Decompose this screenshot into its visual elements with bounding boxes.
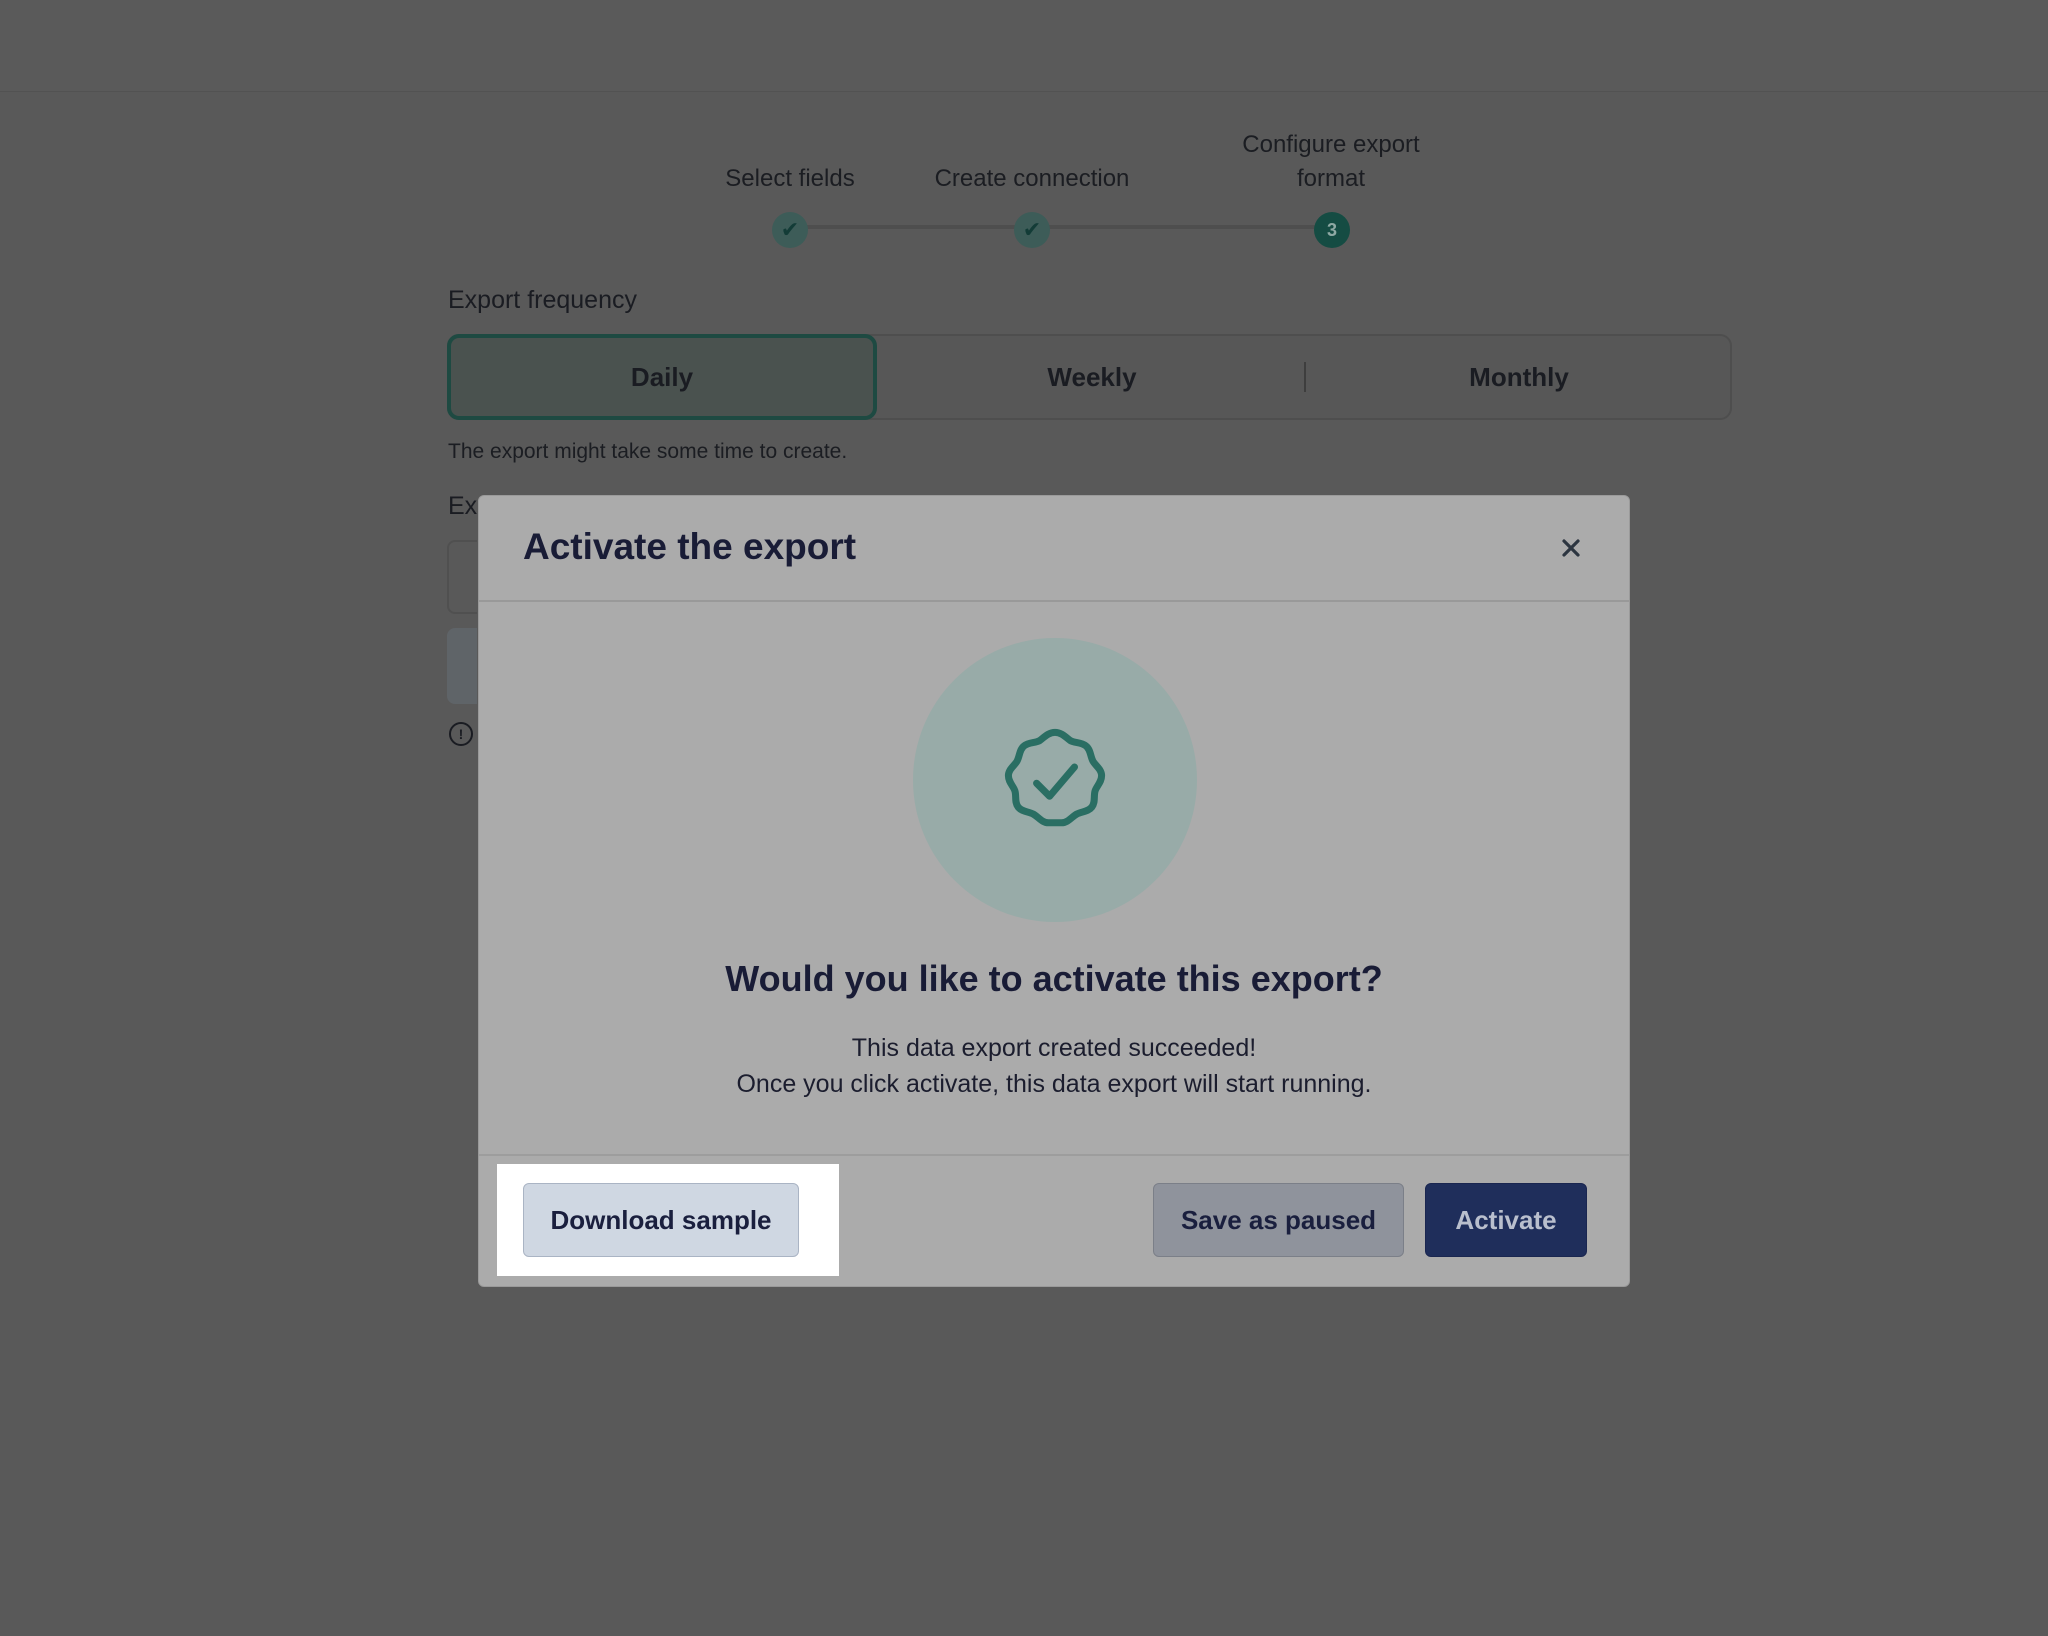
step-2-check-icon: ✔ <box>1014 212 1050 248</box>
modal-header: Activate the export <box>479 496 1629 602</box>
badge-check-icon <box>1004 728 1106 827</box>
stepper: Select fields ✔ Create connection ✔ Conf… <box>0 0 2048 260</box>
frequency-monthly-button[interactable]: Monthly <box>1306 336 1732 418</box>
modal-message-line-2: Once you click activate, this data expor… <box>736 1070 1372 1098</box>
step-label-select-fields: Select fields <box>725 165 855 192</box>
frequency-segmented-control: Daily Weekly Monthly <box>447 334 1732 420</box>
stepper-connector <box>1032 225 1332 229</box>
background-button <box>447 628 477 704</box>
frequency-weekly-button[interactable]: Weekly <box>879 336 1305 418</box>
background-input <box>447 540 477 614</box>
modal-title: Activate the export <box>523 526 857 567</box>
partial-section-label: Ex <box>448 492 478 520</box>
info-icon: ! <box>449 722 473 746</box>
step-label-configure-export-format: Configure export format <box>1242 131 1420 192</box>
activate-export-modal: Activate the export Would you like to ac… <box>478 495 1630 1287</box>
step-label-create-connection: Create connection <box>934 165 1130 192</box>
stepper-connector <box>790 225 1030 229</box>
modal-footer: Download sample Save as paused Activate <box>479 1154 1629 1286</box>
modal-message: This data export created succeeded! Once… <box>479 1030 1629 1102</box>
modal-question: Would you like to activate this export? <box>725 958 1383 999</box>
export-frequency-label: Export frequency <box>448 286 637 314</box>
step-1-check-icon: ✔ <box>772 212 808 248</box>
modal-message-line-1: This data export created succeeded! <box>851 1034 1257 1062</box>
frequency-hint: The export might take some time to creat… <box>448 440 848 463</box>
close-icon[interactable] <box>1553 530 1589 566</box>
activate-button[interactable]: Activate <box>1425 1183 1587 1257</box>
step-3-number: 3 <box>1314 212 1350 248</box>
success-badge <box>913 638 1197 922</box>
frequency-daily-button[interactable]: Daily <box>447 334 877 420</box>
download-sample-button[interactable]: Download sample <box>523 1183 799 1257</box>
save-as-paused-button[interactable]: Save as paused <box>1153 1183 1404 1257</box>
page: Select fields ✔ Create connection ✔ Conf… <box>0 0 2048 1636</box>
